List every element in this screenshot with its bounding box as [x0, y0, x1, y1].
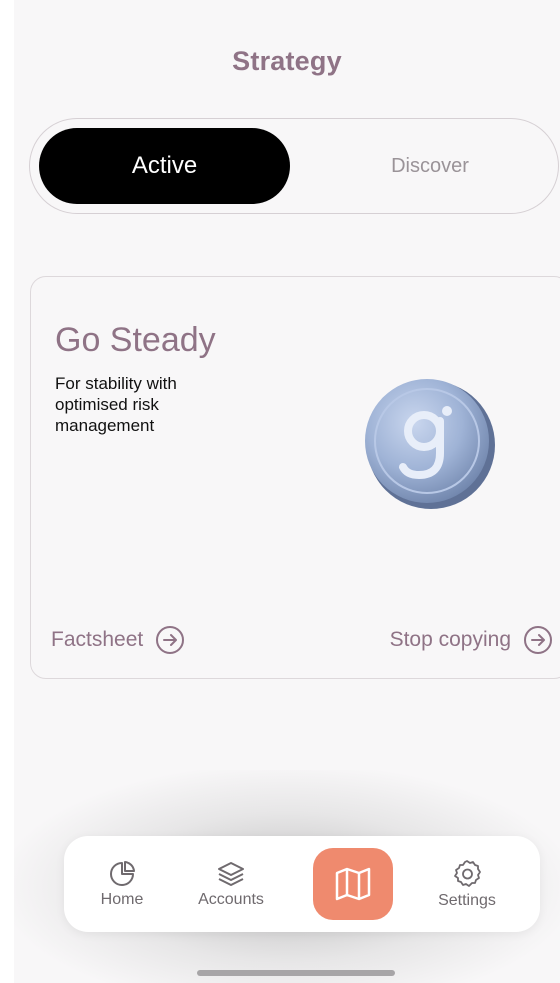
map-icon	[335, 867, 371, 901]
tab-settings[interactable]: Settings	[422, 836, 512, 932]
arrow-circle-right-icon	[156, 626, 185, 654]
layers-icon	[218, 861, 244, 886]
strategy-description: For stability with optimised risk manage…	[55, 374, 177, 435]
home-indicator[interactable]	[197, 970, 395, 976]
gear-icon	[454, 859, 481, 887]
g-coin-logo-icon	[365, 379, 495, 509]
tab-accounts-label: Accounts	[198, 890, 264, 908]
tab-settings-label: Settings	[438, 891, 496, 909]
strategy-title: Go Steady	[55, 321, 216, 359]
tab-home[interactable]: Home	[77, 836, 167, 932]
strategy-screen: Strategy Active Discover Go Steady For s…	[14, 0, 560, 983]
segmented-control: Active Discover	[29, 118, 559, 214]
tab-home-label: Home	[100, 890, 144, 908]
tab-accounts[interactable]: Accounts	[186, 836, 276, 932]
stop-copying-link[interactable]: Stop copying	[390, 625, 553, 655]
page-title: Strategy	[232, 46, 342, 76]
tab-active[interactable]: Active	[39, 128, 290, 204]
strategy-card[interactable]: Go Steady For stability with optimised r…	[30, 276, 560, 679]
factsheet-label: Factsheet	[51, 628, 144, 651]
bottom-tab-bar: Home Accounts Settings	[64, 836, 540, 932]
pie-chart-icon	[110, 860, 135, 886]
tab-strategy[interactable]	[313, 848, 393, 920]
arrow-circle-right-icon	[524, 626, 552, 654]
stop-copying-label: Stop copying	[389, 628, 511, 651]
tab-discover[interactable]: Discover	[320, 128, 540, 204]
factsheet-link[interactable]: Factsheet	[51, 625, 185, 655]
